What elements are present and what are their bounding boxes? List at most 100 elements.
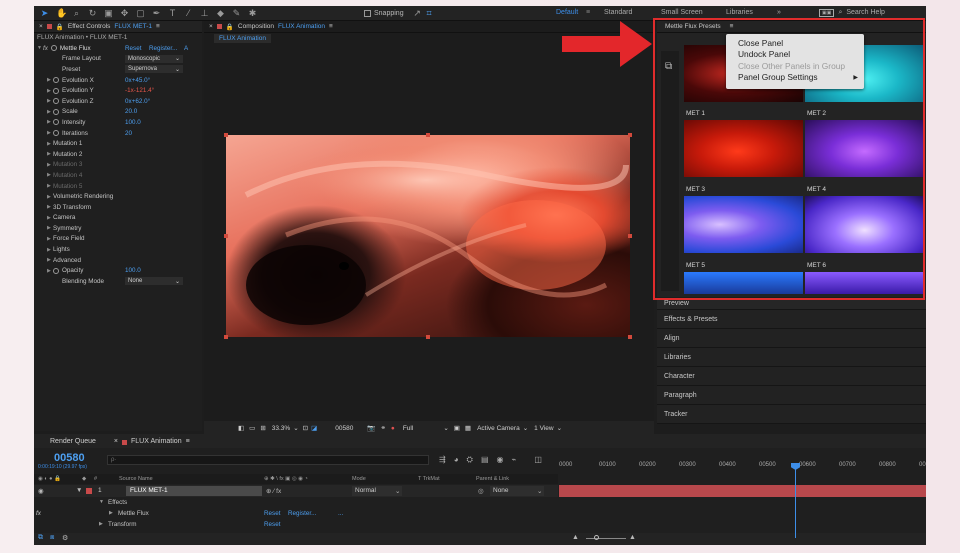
stopwatch-icon[interactable]: [53, 108, 59, 115]
context-menu-item[interactable]: Panel Group Settings ▶: [738, 72, 864, 84]
hand-tool-icon[interactable]: ✋: [56, 8, 67, 18]
trkmat-column[interactable]: T TrkMat: [418, 476, 440, 482]
transform-handle[interactable]: [426, 335, 430, 339]
snapping-toggle[interactable]: Snapping ↗ ⌗: [364, 9, 434, 18]
layer-property-row[interactable]: ▶ Transform Reset: [34, 520, 558, 531]
side-panel-preview[interactable]: Preview: [657, 298, 926, 310]
effect-property-row[interactable]: ▶ Advanced: [34, 255, 202, 266]
toggle-transparency-icon[interactable]: ▦: [465, 424, 471, 432]
clone-stamp-tool-icon[interactable]: ⊥: [200, 8, 209, 18]
more-options-link[interactable]: ...: [338, 510, 343, 517]
effect-property-row[interactable]: ▶ Volumetric Rendering: [34, 191, 202, 202]
puppet-tool-icon[interactable]: ✱: [248, 8, 257, 18]
transform-handle[interactable]: [628, 133, 632, 137]
close-comp-tab-icon[interactable]: ×: [209, 23, 213, 30]
close-timeline-tab-icon[interactable]: ×: [114, 438, 118, 445]
search-help[interactable]: ▣▣ ⌕ Search Help: [819, 9, 885, 17]
property-value[interactable]: 20: [125, 130, 132, 137]
effect-controls-tab[interactable]: × 🔒 Effect Controls FLUX MET-1 ≡: [34, 21, 202, 33]
effect-property-row[interactable]: Preset Supernova ⌄: [34, 64, 202, 75]
views-chevron-icon[interactable]: ⌄: [557, 424, 562, 432]
transform-handle[interactable]: [224, 335, 228, 339]
twirl-icon[interactable]: ▼: [99, 499, 104, 505]
presets-panel-menu-icon[interactable]: ≡: [730, 23, 734, 30]
effect-property-row[interactable]: ▶ Evolution X 0x+45.0°: [34, 75, 202, 86]
comp-panel-menu-icon[interactable]: ≡: [329, 23, 333, 30]
layers-icon[interactable]: ⧉: [665, 61, 672, 72]
show-snapshot-icon[interactable]: ⚭: [380, 424, 385, 432]
side-panel-effects-presets[interactable]: Effects & Presets: [657, 310, 926, 329]
property-value[interactable]: 100.0: [125, 267, 141, 274]
zoom-in-time-icon[interactable]: ▲: [629, 534, 636, 541]
property-value[interactable]: -1x-121.4°: [125, 87, 154, 94]
side-panel-libraries[interactable]: Libraries: [657, 348, 926, 367]
snapshot-icon[interactable]: 📷: [367, 424, 375, 432]
layer-parent-select[interactable]: None: [490, 486, 544, 496]
workspace-default[interactable]: Default: [556, 9, 578, 16]
source-name-column[interactable]: Source Name: [119, 476, 153, 482]
reset-link[interactable]: Reset: [264, 521, 280, 528]
lock-icon[interactable]: 🔒: [56, 23, 64, 31]
effect-property-row[interactable]: ▶ Symmetry: [34, 223, 202, 234]
timeline-timecode[interactable]: 00580: [54, 452, 85, 464]
parent-link-column[interactable]: Parent & Link: [476, 476, 509, 482]
property-dropdown[interactable]: Monoscopic ⌄: [125, 54, 183, 63]
preset-thumb-partial[interactable]: [684, 272, 803, 294]
effect-property-row[interactable]: ▶ Camera: [34, 213, 202, 224]
views-select[interactable]: 1 View: [534, 425, 553, 432]
preset-thumb-met5[interactable]: [684, 196, 803, 253]
layer-expand-icon[interactable]: ▼: [76, 487, 82, 494]
side-panel-paragraph[interactable]: Paragraph: [657, 386, 926, 405]
effect-about-link[interactable]: A: [184, 45, 188, 52]
selection-tool-icon[interactable]: ➤: [40, 8, 49, 18]
mode-chevron-icon[interactable]: ⌄: [395, 487, 400, 495]
stopwatch-icon[interactable]: [53, 87, 59, 94]
context-menu-item[interactable]: Close Panel: [738, 37, 864, 49]
preset-thumb-met6[interactable]: [805, 196, 924, 253]
stopwatch-icon[interactable]: [53, 77, 59, 84]
comp-mini-flowchart-icon[interactable]: ⇶: [439, 455, 446, 465]
type-tool-icon[interactable]: T: [168, 8, 177, 18]
sync-settings-icon[interactable]: ▣▣: [819, 9, 835, 17]
side-panel-character[interactable]: Character: [657, 367, 926, 386]
transform-handle[interactable]: [224, 133, 228, 137]
property-dropdown[interactable]: Supernova ⌄: [125, 65, 183, 74]
pickwhip-icon[interactable]: ◎: [478, 487, 484, 495]
effect-property-row[interactable]: ▶ Opacity 100.0: [34, 265, 202, 276]
effect-property-row[interactable]: ▶ Mutation 1: [34, 138, 202, 149]
grid-icon[interactable]: ⊞: [260, 424, 265, 432]
snapping-checkbox[interactable]: [364, 10, 371, 17]
toggle-modes-icon[interactable]: ⧈: [50, 534, 54, 542]
property-value[interactable]: 0x+62.0°: [125, 98, 150, 105]
effect-property-row[interactable]: ▶ Mutation 3: [34, 160, 202, 171]
stopwatch-icon[interactable]: [53, 98, 59, 105]
layer-label-color[interactable]: [86, 488, 92, 494]
roto-brush-tool-icon[interactable]: ✎: [232, 8, 241, 18]
zoom-out-time-icon[interactable]: ▲: [572, 534, 579, 541]
transparency-icon[interactable]: ◪: [311, 424, 317, 432]
fx-badge[interactable]: fx: [43, 45, 48, 52]
preset-thumb-met4[interactable]: [805, 120, 924, 177]
always-preview-icon[interactable]: ◧: [238, 424, 244, 432]
graph-editor-toggle-icon[interactable]: ◫: [534, 455, 542, 465]
layer-property-row[interactable]: fx ▶ Mettle Flux Reset Register......: [34, 509, 558, 520]
comp-lock-icon[interactable]: 🔒: [226, 23, 234, 31]
rotate-tool-icon[interactable]: ↻: [88, 8, 97, 18]
tab-flux-animation[interactable]: × FLUX Animation ≡: [114, 438, 190, 445]
pen-tool-icon[interactable]: ✒: [152, 8, 161, 18]
region-icon[interactable]: ▭: [249, 424, 255, 432]
workspace-small-screen[interactable]: Small Screen: [661, 9, 703, 16]
effect-property-row[interactable]: Blending Mode None ⌄: [34, 276, 202, 287]
channel-icon[interactable]: ●: [391, 425, 395, 432]
panel-menu-icon[interactable]: ≡: [156, 23, 160, 30]
layer-switch-icons[interactable]: ⊕ ⁄ fx: [266, 487, 281, 495]
timeline-search-input[interactable]: [107, 455, 429, 465]
property-value[interactable]: 20.0: [125, 108, 137, 115]
time-ruler[interactable]: 0000 00100 00200 00300 00400 00500 00600 00700 0…: [559, 458, 926, 470]
time-zoom-slider[interactable]: [586, 538, 626, 539]
effect-property-row[interactable]: Frame Layout Monoscopic ⌄: [34, 54, 202, 65]
render-preview[interactable]: [226, 135, 630, 337]
resolution-select[interactable]: Full: [403, 425, 413, 432]
transform-handle[interactable]: [628, 335, 632, 339]
effect-property-row[interactable]: ▶ Intensity 100.0: [34, 117, 202, 128]
